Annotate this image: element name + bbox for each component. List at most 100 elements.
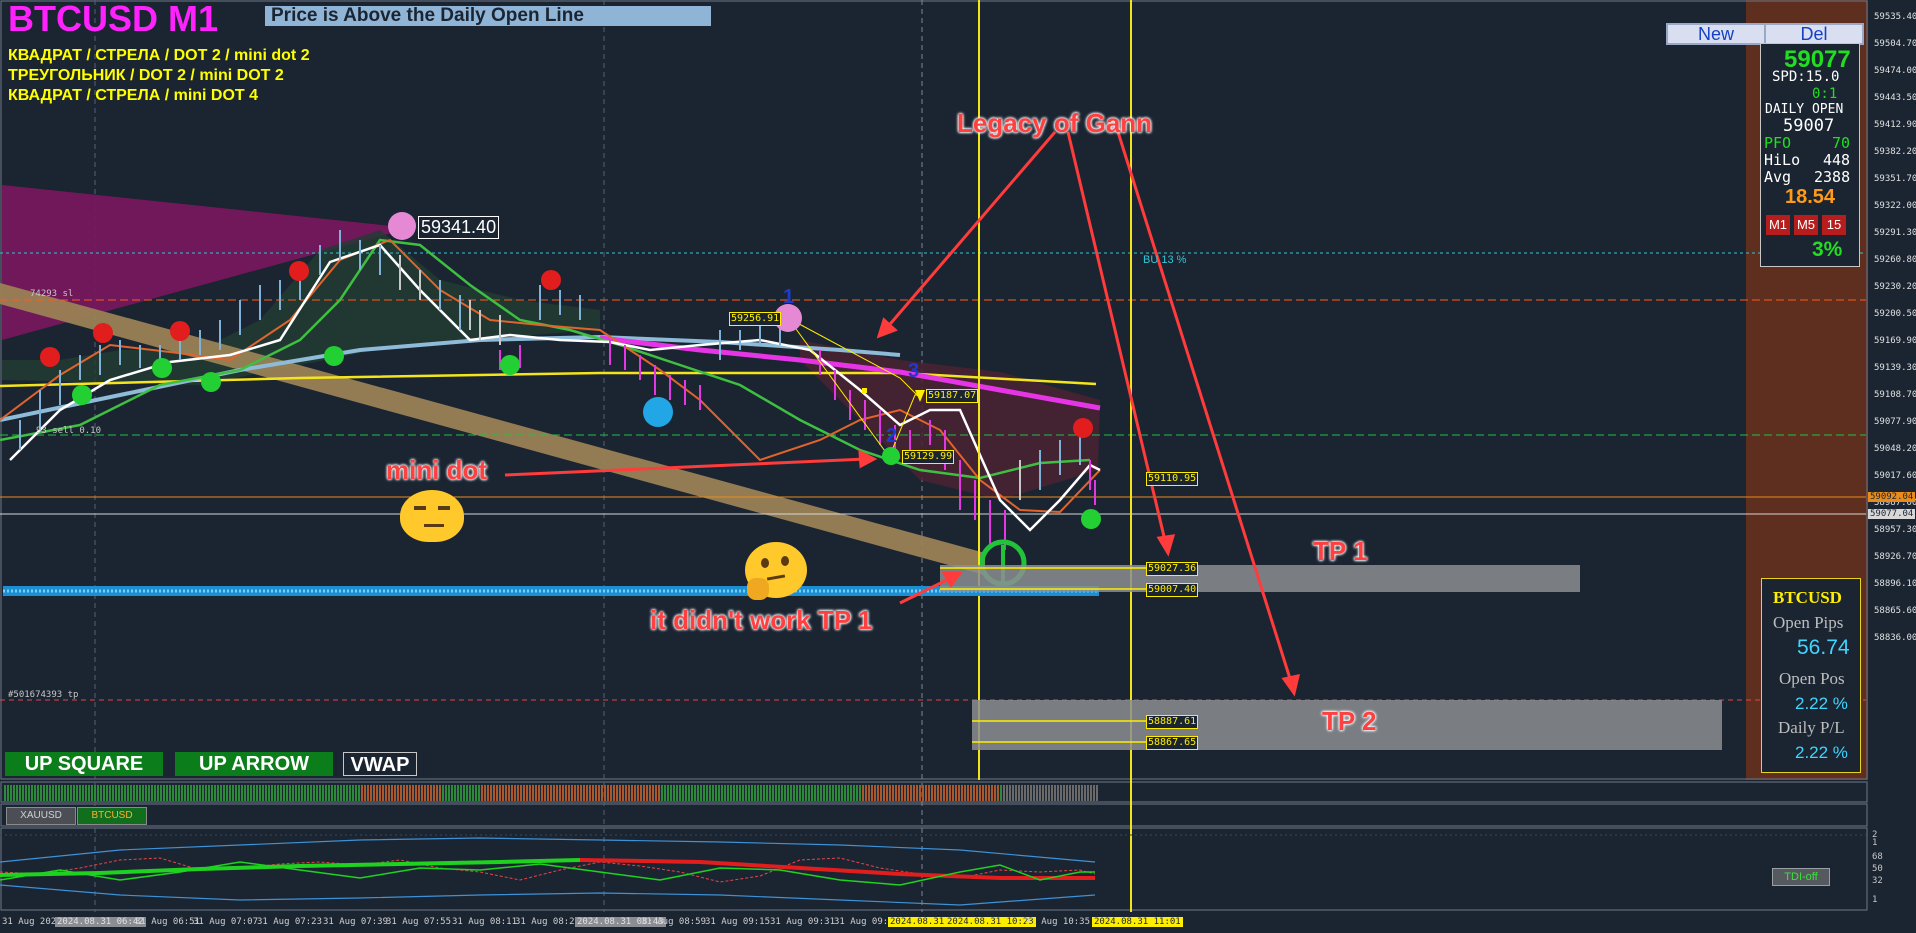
percent-value: 3% bbox=[1812, 238, 1843, 261]
trading-terminal: BTCUSD M1 Price is Above the Daily Open … bbox=[0, 0, 1916, 933]
price-axis-tick: 59474.00 bbox=[1874, 66, 1916, 76]
price-axis-tick: 59382.20 bbox=[1874, 147, 1916, 157]
time-axis-tick: 31 Aug 06:51 bbox=[135, 917, 201, 927]
price-axis-tick: 58836.00 bbox=[1874, 633, 1916, 643]
indicator-level-1: 1 bbox=[1872, 838, 1878, 848]
price-axis-tick: 59291.30 bbox=[1874, 228, 1916, 238]
high-price-label: 59341.40 bbox=[418, 216, 500, 239]
time-axis-tick: 31 Aug 08:11 bbox=[452, 917, 518, 927]
open-pips-label: Open Pips bbox=[1773, 613, 1844, 632]
time-axis-tick: 2024.08.31 10:23 bbox=[945, 917, 1036, 927]
current-price-tag: 59077.04 bbox=[1868, 509, 1916, 519]
time-axis-tick: 31 Aug 07:07 bbox=[193, 917, 259, 927]
daily-pl-label: Daily P/L bbox=[1778, 718, 1845, 737]
price-axis-tick: 59412.90 bbox=[1874, 120, 1916, 130]
price-axis-tick: 58896.10 bbox=[1874, 579, 1916, 589]
strategy-line-3: КВАДРАТ / СТРЕЛА / mini DOT 4 bbox=[8, 87, 259, 104]
symbol-title: BTCUSD M1 bbox=[8, 0, 219, 39]
price-axis-tick: 59443.50 bbox=[1874, 93, 1916, 103]
price-axis-tick: 58926.70 bbox=[1874, 552, 1916, 562]
indicator-level-4: 32 bbox=[1872, 876, 1883, 886]
price-tag-4: 59110.95 bbox=[1146, 472, 1199, 486]
time-axis-tick: 31 Aug 09:15 bbox=[705, 917, 771, 927]
legacy-of-gann-annotation: Legacy of Gann bbox=[957, 108, 1153, 138]
time-axis-tick: 2024.08.31 bbox=[888, 917, 947, 927]
price-axis-tick: 59260.80 bbox=[1874, 255, 1916, 265]
didnt-work-annotation: it didn't work TP 1 bbox=[650, 605, 873, 635]
indicator-level-3: 50 bbox=[1872, 864, 1883, 874]
up-arrow-button[interactable]: UP ARROW bbox=[175, 752, 333, 776]
price-axis-tick: 59504.70 bbox=[1874, 39, 1916, 49]
price-tag-2: 59129.99 bbox=[902, 450, 955, 464]
time-axis-tick: 31 Aug 09:4 bbox=[834, 917, 894, 927]
spread-value: SPD:15.0 bbox=[1772, 69, 1840, 85]
time-axis-tick: 31 Aug 08:2 bbox=[515, 917, 575, 927]
time-axis-tick: 2024.08.31 06:42 bbox=[55, 917, 146, 927]
tf-button-m5[interactable]: M5 bbox=[1794, 215, 1818, 235]
hilo-label: HiLo bbox=[1764, 151, 1801, 169]
price-axis-tick: 58957.30 bbox=[1874, 525, 1916, 535]
pfo-value: 70 bbox=[1832, 134, 1851, 152]
price-axis-tick: 59139.30 bbox=[1874, 363, 1916, 373]
ratio-value: 0:1 bbox=[1812, 86, 1838, 102]
tp1-tag-a: 59027.36 bbox=[1146, 562, 1199, 576]
tp1-annotation: TP 1 bbox=[1313, 536, 1368, 566]
percent-level-label: BU 13 % bbox=[1143, 254, 1187, 266]
tp2-tag-b: 58867.65 bbox=[1146, 736, 1199, 750]
tp1-tag-b: 59007.40 bbox=[1146, 583, 1199, 597]
del-button[interactable]: Del bbox=[1764, 23, 1864, 45]
status-banner: Price is Above the Daily Open Line bbox=[265, 6, 711, 26]
up-square-button[interactable]: UP SQUARE bbox=[5, 752, 163, 776]
new-button[interactable]: New bbox=[1666, 23, 1766, 45]
time-axis-tick: 31 Aug 10:35 bbox=[1025, 917, 1091, 927]
price-axis-tick: 59322.00 bbox=[1874, 201, 1916, 211]
time-axis-tick: 31 Aug 2024 bbox=[2, 917, 62, 927]
price-axis-tick: 59535.40 bbox=[1874, 12, 1916, 22]
time-axis-tick: 31 Aug 07:39 bbox=[323, 917, 389, 927]
price-axis-tick: 59108.70 bbox=[1874, 390, 1916, 400]
symbol-tab-xauusd[interactable]: XAUUSD bbox=[6, 807, 76, 825]
time-axis-tick: 31 Aug 07:23 bbox=[257, 917, 323, 927]
wave-label-1: 1 bbox=[783, 286, 795, 308]
tdi-toggle-button[interactable]: TDI-off bbox=[1772, 868, 1830, 886]
price-axis-tick: 58865.60 bbox=[1874, 606, 1916, 616]
open-pips-value: 56.74 bbox=[1797, 636, 1850, 659]
orange-value: 18.54 bbox=[1785, 186, 1836, 208]
tp2-annotation: TP 2 bbox=[1322, 706, 1377, 736]
time-axis-tick: 2024.08.31 11:01 bbox=[1092, 917, 1183, 927]
tp-label: #501674393 tp bbox=[8, 690, 79, 700]
wave-label-2: 2 bbox=[886, 425, 898, 447]
symbol-tab-btcusd[interactable]: BTCUSD bbox=[77, 807, 147, 825]
unamused-face-emoji bbox=[400, 490, 464, 542]
wave-label-3: 3 bbox=[908, 360, 920, 382]
daily-pl-value: 2.22 % bbox=[1795, 743, 1848, 762]
price-axis-tick: 59200.50 bbox=[1874, 309, 1916, 319]
price-chart[interactable] bbox=[0, 0, 1916, 933]
sell-label: 93 sell 0.10 bbox=[36, 426, 102, 436]
time-axis-tick: 31 Aug 08:59 bbox=[641, 917, 707, 927]
daily-open-value: 59007 bbox=[1783, 116, 1835, 136]
hilo-value: 448 bbox=[1823, 151, 1851, 169]
open-pos-value: 2.22 % bbox=[1795, 694, 1848, 713]
open-pos-label: Open Pos bbox=[1779, 669, 1845, 688]
tf-button-15[interactable]: 15 bbox=[1822, 215, 1846, 235]
vwap-button[interactable]: VWAP bbox=[343, 752, 417, 776]
indicator-level-5: 1 bbox=[1872, 895, 1878, 905]
account-symbol: BTCUSD bbox=[1773, 588, 1842, 607]
tf-button-m1[interactable]: M1 bbox=[1766, 215, 1790, 235]
indicator-level-2: 68 bbox=[1872, 852, 1883, 862]
price-axis-tick: 59351.70 bbox=[1874, 174, 1916, 184]
pfo-label: PFO bbox=[1764, 134, 1792, 152]
avg-value: 2388 bbox=[1814, 168, 1851, 186]
price-tag-1: 59256.91 bbox=[729, 312, 782, 326]
price-axis-tick: 59230.20 bbox=[1874, 282, 1916, 292]
price-tag-3: 59187.07 bbox=[926, 389, 979, 403]
mini-dot-annotation: mini dot bbox=[386, 455, 488, 485]
daily-open-label: DAILY OPEN bbox=[1765, 102, 1844, 117]
time-axis-tick: 31 Aug 09:31 bbox=[770, 917, 836, 927]
avg-label: Avg bbox=[1764, 168, 1792, 186]
thinking-face-emoji bbox=[745, 542, 807, 600]
time-axis-tick: 31 Aug 07:55 bbox=[386, 917, 452, 927]
daily-open-price-tag: 59092.04 bbox=[1868, 492, 1916, 502]
strategy-line-2: ТРЕУГОЛЬНИК / DOT 2 / mini DOT 2 bbox=[8, 67, 284, 84]
